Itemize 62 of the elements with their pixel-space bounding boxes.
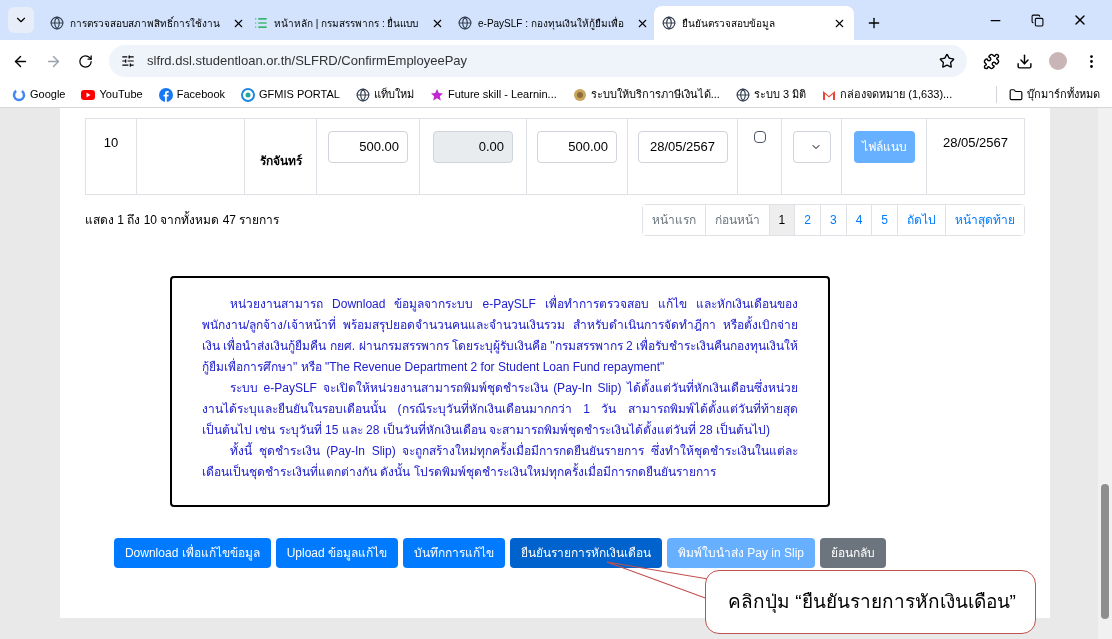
tab-list-button[interactable] [8,7,34,33]
notice-paragraph: ระบบ e-PaySLF จะเปิดให้หน่วยงานสามารถพิมพ์ชุดชำระเงิน (Pay-In Slip) ได้ตั้งแต่วันที่หักเงินเดือนซึ่งหน่วยงานได้ระบุและยืนยันในรอบเดือนนั้น (กรณีระบุวันที่หักเงินเดือนมากกว่า 1 วัน สามารถพิมพ์ได้ตั้งแต่วันที่ท้ายสุดเป็นต้นไป เช่น ระบุวันที่ 15 และ 28 เป็นวันที่หักเงินเดือน จะสามารถพิมพ์ชุดชำระเงินได้ตั้งแต่วันที่ 28 เป็นต้นไป) [202,378,798,440]
amount-field[interactable]: 500.00 [537,131,617,163]
bookmark-item[interactable]: Google [12,86,66,103]
extensions-icon[interactable] [983,52,1000,70]
bookmark-item[interactable]: แท็บใหม่ [355,86,414,103]
tab-title: หน้าหลัก | กรมสรรพากร : ยื่นแบบ [274,15,419,31]
swirl-icon [241,87,256,102]
action-button[interactable]: Download เพื่อแก้ไขข้อมูล [113,538,271,568]
browser-tab[interactable]: หน้าหลัก | กรมสรรพากร : ยื่นแบบ [246,6,446,40]
url-text: slfrd.dsl.studentloan.or.th/SLFRD/ConfirmEmployeePay [147,52,469,71]
globe-icon [355,87,370,102]
page-link[interactable]: หน้าสุดท้าย [945,205,1024,235]
restore-icon[interactable] [1031,13,1044,27]
bookmark-item[interactable]: ระบบให้บริการภาษีเงินได้... [572,86,720,103]
tab-title: การตรวจสอบสภาพสิทธิ์การใช้งาน [70,15,220,31]
new-tab-icon[interactable] [866,15,882,31]
bookmark-star-icon[interactable] [939,53,955,69]
callout-bubble: คลิกปุ่ม “ยืนยันรายการหักเงินเดือน” [705,570,1036,634]
notice-paragraph: หน่วยงานสามารถ Download ข้อมูลจากระบบ e-PaySLF เพื่อทำการตรวจสอบ แก้ไข และหักเงินเดือนของพนักงาน/ลูกจ้าง/เจ้าหน้าที่ พร้อมสรุปยอดจำนวนคนและจำนวนเงินรวม สำหรับดำเนินการจัดทำฎีกา หรือตั้งเบิกจ่ายเงิน เพื่อนำส่งเงินกู้ยืมคืน กยศ. ผ่านกรมสรรพากร โดยระบุผู้รับเงินคือ "กรมสรรพากร 2 เพื่อรับชำระเงินคืนกองทุนเงินให้กู้ยืมเพื่อการศึกษา" หรือ "The Revenue Department 2 for Student Loan Fund repayment" [202,294,798,377]
action-button[interactable]: ย้อนกลับ [820,538,887,568]
address-bar[interactable]: slfrd.dsl.studentloan.or.th/SLFRD/ConfirmEmployeePay [109,45,967,77]
bookmark-item[interactable]: ระบบ 3 มิติ [735,86,807,103]
checkbox[interactable] [753,131,766,143]
bookmark-item[interactable]: Future skill - Learnin... [429,86,557,103]
browser-tab[interactable]: e-PaySLF : กองทุนเงินให้กู้ยืมเพื่อ [450,6,650,40]
facebook-icon [158,87,173,102]
action-button[interactable]: บันทึกการแก้ไข [403,538,505,568]
table-cell: รักจันทร์ [245,119,317,194]
action-button[interactable]: ยืนยันรายการหักเงินเดือน [510,538,662,568]
reload-icon[interactable] [78,53,93,69]
amount-field[interactable]: 500.00 [328,131,408,163]
globe-icon [50,16,64,30]
table-cell: 10 [86,119,137,194]
all-bookmarks-item[interactable]: บุ๊กมาร์กทั้งหมด [996,86,1100,103]
folder-icon [1009,87,1023,102]
action-button[interactable]: Upload ข้อมูลแก้ไข [275,538,398,568]
seal-icon [572,87,587,102]
notice-paragraph: ทั้งนี้ ชุดชำระเงิน (Pay-In Slip) จะถูกสร้างใหม่ทุกครั้งเมื่อมีการกดยืนยันรายการ ซึ่งทำให้ชุดชำระเงินในแต่ละเดือนเป็นชุดชำระเงินที่แตกต่างกัน ดังนั้น โปรดพิมพ์ชุดชำระเงินใหม่ทุกครั้งเมื่อมีการกดยืนยันรายการ [202,441,798,482]
list-icon [254,16,268,30]
google-icon [12,87,26,102]
scrollbar[interactable] [1098,108,1112,639]
globe-icon [458,16,472,30]
site-settings-icon[interactable] [121,54,135,68]
globe-icon [735,87,750,102]
bookmark-item[interactable]: Facebook [158,86,226,103]
download-icon[interactable] [1016,52,1033,70]
record-summary: แสดง 1 ถึง 10 จากทั้งหมด 47 รายการ [85,211,280,229]
tab-title: ยืนยันตรวจสอบข้อมูล [682,16,775,31]
browser-tab[interactable]: การตรวจสอบสภาพสิทธิ์การใช้งาน [42,6,242,40]
bookmark-item[interactable]: กล่องจดหมาย (1,633)... [822,86,953,103]
browser-tab[interactable]: ยืนยันตรวจสอบข้อมูล [654,6,854,40]
star-icon [429,87,444,102]
page-link[interactable]: 1 [768,205,795,235]
globe-icon [662,16,676,30]
play-icon [81,87,96,102]
table-cell-text: 28/05/2567 [941,134,1010,152]
tab-title: e-PaySLF : กองทุนเงินให้กู้ยืมเพื่อ [478,15,624,31]
date-field[interactable]: 28/05/2567 [637,131,728,163]
bookmark-item[interactable]: YouTube [81,86,143,103]
bookmark-item[interactable]: GFMIS PORTAL [241,86,340,103]
amount-field: 0.00 [433,131,513,163]
